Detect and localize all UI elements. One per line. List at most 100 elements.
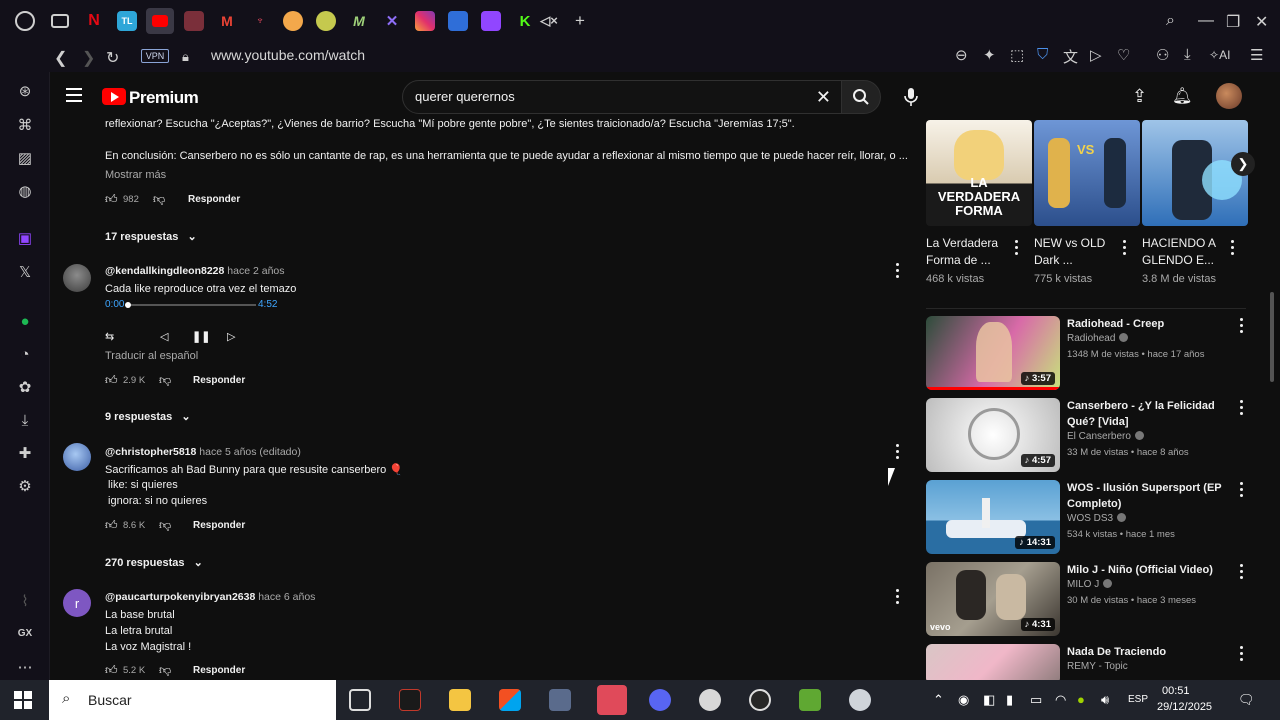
easy-setup-icon[interactable]: ☰ <box>1250 46 1263 64</box>
comment-author[interactable]: @kendallkingdleon8228 hace 2 años <box>105 265 285 277</box>
windows-start-icon[interactable] <box>14 691 32 709</box>
instagram-tab-icon[interactable] <box>415 11 435 31</box>
create-upload-icon[interactable]: ⇪ <box>1132 86 1147 107</box>
comment-author[interactable]: @christopher5818 hace 5 años (editado) <box>105 446 301 458</box>
taskbar-time[interactable]: 00:51 <box>1162 685 1190 697</box>
short-title[interactable]: La Verdadera Forma de ... <box>926 235 1016 269</box>
reply-button[interactable]: Responder <box>193 665 245 676</box>
like-icon[interactable]: 👍︎ <box>105 663 118 678</box>
video-menu-icon[interactable] <box>1240 646 1244 662</box>
translate-link[interactable]: Traducir al español <box>105 350 198 362</box>
channel-name[interactable]: Radiohead <box>1067 333 1129 344</box>
tab-icon-7[interactable] <box>316 11 336 31</box>
short-menu-icon[interactable] <box>1231 240 1235 256</box>
video-menu-icon[interactable] <box>1240 482 1244 498</box>
new-tab-icon[interactable]: + <box>570 11 590 31</box>
channel-name[interactable]: MILO J <box>1067 579 1113 590</box>
tray-app-icon[interactable]: ◧ <box>983 692 995 708</box>
like-icon[interactable]: 👍︎ <box>105 518 118 533</box>
profile-icon[interactable]: ⚇ <box>1156 46 1169 64</box>
downloads-icon[interactable]: ⤓ <box>1184 46 1191 63</box>
close-window-icon[interactable]: ✕ <box>1255 12 1268 32</box>
comment-author[interactable]: @paucarturpokenyibryan2638 hace 6 años <box>105 591 315 603</box>
discord-icon[interactable] <box>649 689 671 711</box>
video-menu-icon[interactable] <box>1240 564 1244 580</box>
settings-icon[interactable]: ⚙ <box>14 475 36 497</box>
trello-tab-icon[interactable] <box>448 11 468 31</box>
dislike-icon[interactable]: 👎︎ <box>159 663 171 678</box>
comment-menu-icon[interactable] <box>896 263 900 279</box>
workspace-icon[interactable]: ▨ <box>14 147 36 169</box>
input-language[interactable]: ESP <box>1128 694 1148 705</box>
tray-display-icon[interactable]: ▭ <box>1030 692 1042 708</box>
messenger-icon[interactable]: ◍ <box>14 180 36 202</box>
dislike-icon[interactable]: 👎︎ <box>159 373 171 388</box>
taskbar-app-icon-3[interactable] <box>849 689 871 711</box>
twitch-sidebar-icon[interactable]: ▣ <box>14 227 36 249</box>
obs-icon[interactable] <box>749 689 771 711</box>
taskbar-search-box[interactable]: ⌕ Buscar <box>49 680 336 720</box>
tray-usb-icon[interactable]: ▮ <box>1006 692 1013 708</box>
reply-button[interactable]: Responder <box>188 194 240 205</box>
ai-button[interactable]: ✧AI <box>1209 48 1230 62</box>
repeat-icon[interactable]: ⇆ <box>105 330 114 343</box>
video-title[interactable]: Milo J - Niño (Official Video) <box>1067 562 1227 578</box>
voice-search-button[interactable] <box>897 80 925 114</box>
lock-icon[interactable]: 🔒︎ <box>182 49 189 65</box>
adblock-shield-icon[interactable]: ⛉ <box>1037 46 1048 63</box>
tab-icon-9[interactable]: ✕ <box>382 11 402 31</box>
tray-record-icon[interactable]: ◉ <box>958 692 969 708</box>
reply-button[interactable]: Responder <box>193 375 245 386</box>
comment-menu-icon[interactable] <box>896 444 900 460</box>
notification-center-icon[interactable]: 🗨︎ <box>1238 692 1255 708</box>
mods-icon[interactable]: ✿ <box>14 376 36 398</box>
taskbar-app-icon[interactable] <box>399 689 421 711</box>
dislike-icon[interactable]: 👎︎ <box>159 518 171 533</box>
next-icon[interactable]: ▷ <box>227 330 235 343</box>
video-thumbnail[interactable] <box>926 644 1060 680</box>
audio-progress-knob[interactable] <box>125 302 131 308</box>
short-menu-icon[interactable] <box>1123 240 1127 256</box>
short-thumbnail[interactable]: LA VERDADERA FORMA <box>926 120 1032 226</box>
view-replies-button[interactable]: 270 respuestas ⌄ <box>105 556 203 569</box>
tray-chevron-icon[interactable]: ⌃ <box>933 692 944 708</box>
video-title[interactable]: Canserbero - ¿Y la Felicidad Qué? [Vida] <box>1067 398 1227 430</box>
tray-wifi-icon[interactable]: ◠ <box>1055 692 1066 708</box>
taskbar-app-icon-2[interactable] <box>699 689 721 711</box>
short-menu-icon[interactable] <box>1015 240 1019 256</box>
guide-menu-icon[interactable] <box>66 88 82 102</box>
channel-name[interactable]: WOS DS3 <box>1067 513 1127 524</box>
task-view-icon[interactable] <box>349 689 371 711</box>
downloads-sidebar-icon[interactable]: ⤓ <box>14 409 36 431</box>
kick-tab-icon[interactable]: K <box>515 11 535 31</box>
dislike-icon[interactable]: 👎︎ <box>153 192 165 207</box>
channel-name[interactable]: REMY - Topic <box>1067 661 1128 672</box>
opera-menu-icon[interactable] <box>15 11 35 31</box>
youtube-tab-active[interactable] <box>146 8 174 34</box>
reply-button[interactable]: Responder <box>193 520 245 531</box>
speed-dial-icon[interactable]: ◔ <box>14 343 36 365</box>
like-icon[interactable]: 👍︎ <box>105 373 118 388</box>
gmail-tab-icon[interactable]: M <box>217 11 237 31</box>
video-menu-icon[interactable] <box>1240 400 1244 416</box>
video-title[interactable]: Nada De Traciendo <box>1067 644 1227 660</box>
opera-gx-taskbar-icon[interactable] <box>597 685 627 715</box>
translate-icon[interactable]: 文 <box>1063 46 1078 67</box>
short-title[interactable]: NEW vs OLD Dark ... <box>1034 235 1124 269</box>
short-thumbnail[interactable]: VS <box>1034 120 1140 226</box>
channel-name[interactable]: El Canserbero <box>1067 431 1144 442</box>
notifications-bell-icon[interactable]: 🔔︎ <box>1172 86 1192 106</box>
video-title[interactable]: Radiohead - Creep <box>1067 316 1227 332</box>
ms-store-icon[interactable] <box>499 689 521 711</box>
forward-icon[interactable]: ❯ <box>82 48 95 68</box>
view-replies-button[interactable]: 9 respuestas ⌄ <box>105 410 191 423</box>
mute-tab-icon[interactable]: ◁× <box>539 11 559 31</box>
audio-progress-bar[interactable] <box>125 302 256 308</box>
youtube-logo-icon[interactable] <box>102 88 126 105</box>
tab-icon-6[interactable] <box>283 11 303 31</box>
clear-search-icon[interactable]: ✕ <box>816 87 831 108</box>
cleaner-icon[interactable]: ⌇ <box>14 590 36 612</box>
aria-icon[interactable]: ⊛ <box>14 80 36 102</box>
play-icon[interactable]: ▷ <box>1090 46 1102 64</box>
game-controller-icon[interactable] <box>51 14 69 28</box>
